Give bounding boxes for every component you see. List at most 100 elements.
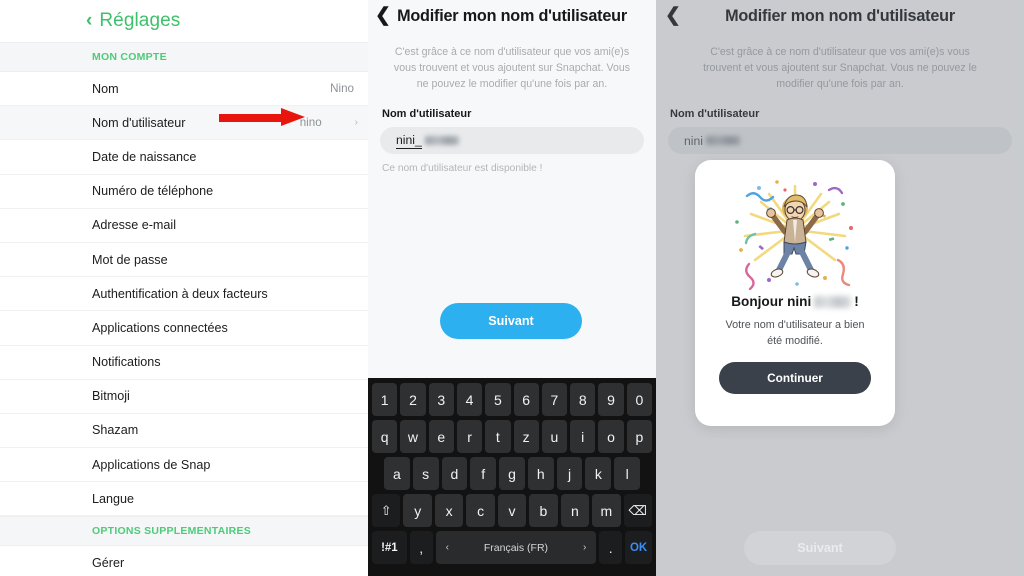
keyboard-row-home: asdfghjkl: [370, 457, 654, 490]
settings-row[interactable]: Applications de Snap: [0, 448, 368, 483]
key-2[interactable]: 2: [400, 383, 426, 416]
settings-row-label: Nom d'utilisateur: [92, 115, 186, 130]
username-availability-hint: Ce nom d'utilisateur est disponible !: [382, 163, 543, 175]
key-g[interactable]: g: [499, 457, 525, 490]
settings-row[interactable]: Bitmoji: [0, 379, 368, 414]
key-x[interactable]: x: [434, 494, 464, 527]
key-5[interactable]: 5: [485, 383, 511, 416]
key-m[interactable]: m: [592, 494, 621, 527]
key-e[interactable]: e: [428, 420, 454, 453]
settings-row-label: Applications connectées: [92, 320, 228, 335]
settings-header: ‹ Réglages: [0, 0, 368, 42]
comma-key[interactable]: ,: [409, 531, 433, 564]
key-0[interactable]: 0: [626, 383, 652, 416]
key-b[interactable]: b: [529, 494, 558, 527]
settings-row-label: Mot de passe: [92, 252, 168, 267]
username-changed-panel: ❮ Modifier mon nom d'utilisateur C'est g…: [656, 0, 1024, 576]
key-9[interactable]: 9: [598, 383, 624, 416]
settings-row-label: Adresse e-mail: [92, 218, 176, 233]
settings-row[interactable]: Applications connectées: [0, 311, 368, 346]
backspace-key[interactable]: ⌫: [623, 494, 652, 527]
settings-row[interactable]: Nom Nino: [0, 72, 368, 107]
page-title: Réglages: [99, 10, 181, 31]
key-v[interactable]: v: [497, 494, 527, 527]
key-t[interactable]: t: [485, 420, 511, 453]
settings-row[interactable]: Notifications: [0, 345, 368, 380]
settings-row-label: Date de naissance: [92, 149, 197, 164]
settings-row[interactable]: Nom d'utilisateur nino ›: [0, 106, 368, 141]
key-h[interactable]: h: [527, 457, 554, 490]
chevron-left-icon[interactable]: ‹: [446, 542, 449, 553]
success-modal: Bonjour nini ! Votre nom d'utilisateur a…: [695, 160, 895, 426]
key-d[interactable]: d: [441, 457, 468, 490]
key-3[interactable]: 3: [428, 383, 454, 416]
redacted-username-text: [814, 295, 852, 308]
keyboard-language-label: Français (FR): [483, 541, 549, 554]
settings-list: Nom Nino Nom d'utilisateur nino › Date de nai…: [0, 72, 368, 517]
bitmoji-celebration-icon: [735, 180, 853, 290]
edit-page-title: Modifier mon nom d'utilisateur: [397, 7, 627, 25]
key-1[interactable]: 1: [372, 383, 398, 416]
key-y[interactable]: y: [403, 494, 432, 527]
key-l[interactable]: l: [614, 457, 641, 490]
username-input[interactable]: nini_: [380, 127, 644, 155]
key-w[interactable]: w: [400, 420, 426, 453]
settings-row[interactable]: Gérer: [0, 546, 368, 576]
key-r[interactable]: r: [456, 420, 483, 453]
key-f[interactable]: f: [470, 457, 497, 490]
key-k[interactable]: k: [585, 457, 612, 490]
settings-row[interactable]: Adresse e-mail: [0, 208, 368, 243]
key-i[interactable]: i: [570, 420, 596, 453]
settings-row[interactable]: Numéro de téléphone: [0, 174, 368, 209]
key-j[interactable]: j: [556, 457, 583, 490]
key-p[interactable]: p: [626, 420, 652, 453]
key-7[interactable]: 7: [541, 383, 568, 416]
username-field-label: Nom d'utilisateur: [382, 108, 472, 121]
settings-row-value: Nino: [330, 82, 354, 96]
chevron-right-icon[interactable]: ›: [583, 542, 586, 553]
settings-row[interactable]: Authentification à deux facteurs: [0, 277, 368, 312]
key-n[interactable]: n: [560, 494, 590, 527]
chevron-left-icon[interactable]: ‹: [86, 11, 92, 30]
modal-greeting-suffix: !: [854, 294, 859, 309]
modal-subtitle: Votre nom d'utilisateur a bien été modif…: [725, 319, 865, 348]
key-z[interactable]: z: [513, 420, 539, 453]
continue-button[interactable]: Continuer: [719, 362, 871, 395]
settings-row-label: Applications de Snap: [92, 457, 211, 472]
settings-row[interactable]: Shazam: [0, 413, 368, 449]
key-6[interactable]: 6: [513, 383, 539, 416]
settings-row[interactable]: Mot de passe: [0, 242, 368, 278]
shift-key[interactable]: ⇧: [372, 494, 401, 527]
settings-row-label: Gérer: [92, 556, 125, 571]
next-button[interactable]: Suivant: [440, 303, 582, 339]
settings-row[interactable]: Date de naissance: [0, 140, 368, 175]
key-4[interactable]: 4: [456, 383, 483, 416]
settings-row-label: Bitmoji: [92, 389, 130, 404]
key-q[interactable]: q: [372, 420, 398, 453]
on-screen-keyboard: 1234567890 qwertzuiop asdfghjkl ⇧ y x c v b n m…: [368, 378, 656, 576]
key-8[interactable]: 8: [570, 383, 596, 416]
section-header-account: MON COMPTE: [0, 42, 368, 72]
key-a[interactable]: a: [383, 457, 410, 490]
key-c[interactable]: c: [466, 494, 495, 527]
chevron-left-icon[interactable]: ❮: [375, 6, 391, 25]
settings-row-label: Numéro de téléphone: [92, 184, 214, 199]
redacted-username-text: [424, 136, 459, 146]
settings-row-label: Authentification à deux facteurs: [92, 286, 268, 301]
period-key[interactable]: .: [599, 531, 623, 564]
keyboard-row-function: !#1 , ‹ Français (FR) › . OK: [370, 531, 654, 564]
edit-header: ❮ Modifier mon nom d'utilisateur: [368, 0, 656, 33]
settings-row-label: Shazam: [92, 423, 139, 438]
symbols-key[interactable]: !#1: [372, 531, 407, 564]
ok-key[interactable]: OK: [625, 531, 653, 564]
key-u[interactable]: u: [541, 420, 568, 453]
settings-list-extra: Gérer: [0, 546, 368, 576]
settings-row-label: Langue: [92, 491, 135, 506]
key-o[interactable]: o: [598, 420, 624, 453]
key-s[interactable]: s: [412, 457, 439, 490]
space-key[interactable]: ‹ Français (FR) ›: [435, 531, 597, 564]
modal-greeting: Bonjour nini !: [731, 294, 859, 309]
edit-username-panel: ❮ Modifier mon nom d'utilisateur C'est g…: [368, 0, 656, 576]
keyboard-row-bottom: ⇧ y x c v b n m ⌫: [370, 494, 654, 527]
settings-row[interactable]: Langue: [0, 482, 368, 517]
